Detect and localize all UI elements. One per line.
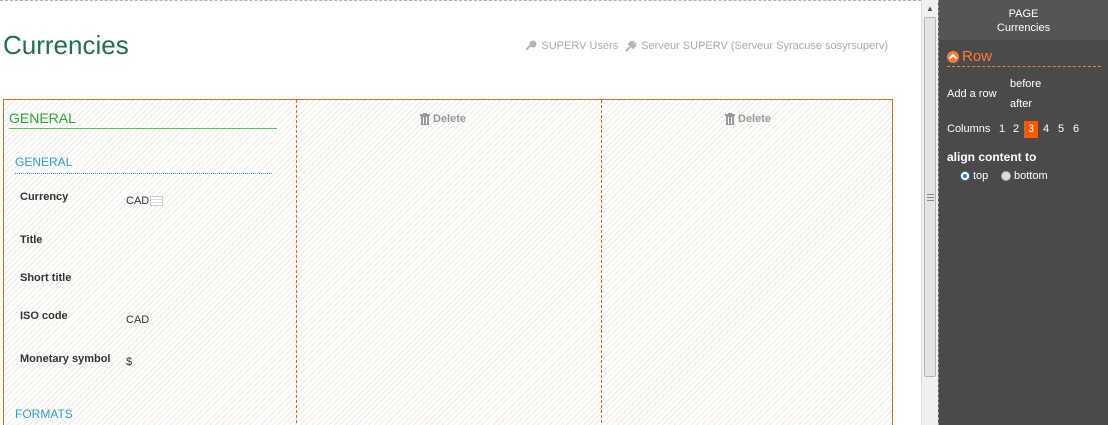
group-title-formats[interactable]: FORMATS <box>15 407 272 425</box>
server-link[interactable]: Serveur SUPERV (Serveur Syracuse sosyrsu… <box>624 39 888 53</box>
align-bottom-label: bottom <box>1014 170 1048 182</box>
currency-value: CAD <box>126 195 150 207</box>
align-label: align content to <box>947 150 1037 164</box>
column-option-2[interactable]: 2 <box>1009 121 1023 138</box>
trash-icon <box>420 113 430 125</box>
plug-icon <box>625 40 637 52</box>
column-option-1[interactable]: 1 <box>995 121 1009 138</box>
section-title-general[interactable]: GENERAL <box>9 110 277 129</box>
add-row-after-link[interactable]: after <box>1010 98 1032 110</box>
radio-unchecked-icon <box>1001 171 1011 181</box>
collapse-icon[interactable] <box>947 50 959 63</box>
column-separator <box>296 100 297 425</box>
scroll-up-icon[interactable]: ▲ <box>922 0 938 17</box>
key-icon <box>525 40 537 51</box>
field-label-currency: Currency <box>20 191 69 203</box>
align-top-label: top <box>973 170 989 182</box>
delete-column-2-button[interactable]: Delete <box>420 113 466 125</box>
columns-label: Columns <box>947 123 991 135</box>
users-link-label: SUPERV Users <box>541 40 619 52</box>
align-top-radio[interactable]: top <box>960 170 988 182</box>
column-option-4[interactable]: 4 <box>1039 121 1053 138</box>
delete-column-3-button[interactable]: Delete <box>725 113 771 125</box>
field-label-iso-code: ISO code <box>20 310 68 322</box>
vertical-scrollbar[interactable]: ▲ <box>921 0 938 425</box>
row-section-title: Row <box>962 48 993 65</box>
align-bottom-radio[interactable]: bottom <box>1001 170 1048 182</box>
field-label-monetary-symbol: Monetary symbol <box>20 353 111 365</box>
users-link[interactable]: SUPERV Users <box>524 39 618 53</box>
page-title: Currencies <box>3 30 129 60</box>
row-section-header[interactable]: Row <box>947 48 1101 67</box>
field-value-currency[interactable]: CAD <box>126 195 164 207</box>
field-value-monetary-symbol[interactable]: $ <box>126 356 132 368</box>
main-content: Currencies SUPERV Users Serveur SUPERV (… <box>0 0 921 425</box>
delete-label: Delete <box>738 113 772 125</box>
column-separator <box>601 100 602 425</box>
add-row-before-link[interactable]: before <box>1010 78 1041 90</box>
group-title-general[interactable]: GENERAL <box>15 155 272 174</box>
panel-header-line2: Currencies <box>996 22 1051 34</box>
lookup-icon[interactable] <box>150 196 164 207</box>
radio-checked-icon <box>960 171 970 181</box>
column-option-6[interactable]: 6 <box>1069 121 1083 138</box>
scrollbar-thumb[interactable] <box>924 17 936 377</box>
trash-icon <box>725 113 735 125</box>
panel-header: PAGE Currencies <box>939 0 1108 40</box>
header-links: SUPERV Users Serveur SUPERV (Serveur Syr… <box>524 39 888 53</box>
add-row-label: Add a row <box>947 88 997 100</box>
field-label-short-title: Short title <box>20 272 72 284</box>
column-option-5[interactable]: 5 <box>1054 121 1068 138</box>
column-option-3[interactable]: 3 <box>1024 121 1038 138</box>
layout-row[interactable]: Delete Delete GENERAL GENERAL Currency C… <box>3 99 893 425</box>
server-link-label: Serveur SUPERV (Serveur Syracuse sosyrsu… <box>641 40 888 52</box>
field-value-iso-code[interactable]: CAD <box>126 314 149 326</box>
layout-panel: PAGE Currencies Row Add a row before aft… <box>938 0 1108 425</box>
delete-label: Delete <box>433 113 467 125</box>
field-label-title: Title <box>20 234 43 246</box>
grip-icon <box>927 193 934 201</box>
panel-header-line1: PAGE <box>1008 8 1039 20</box>
